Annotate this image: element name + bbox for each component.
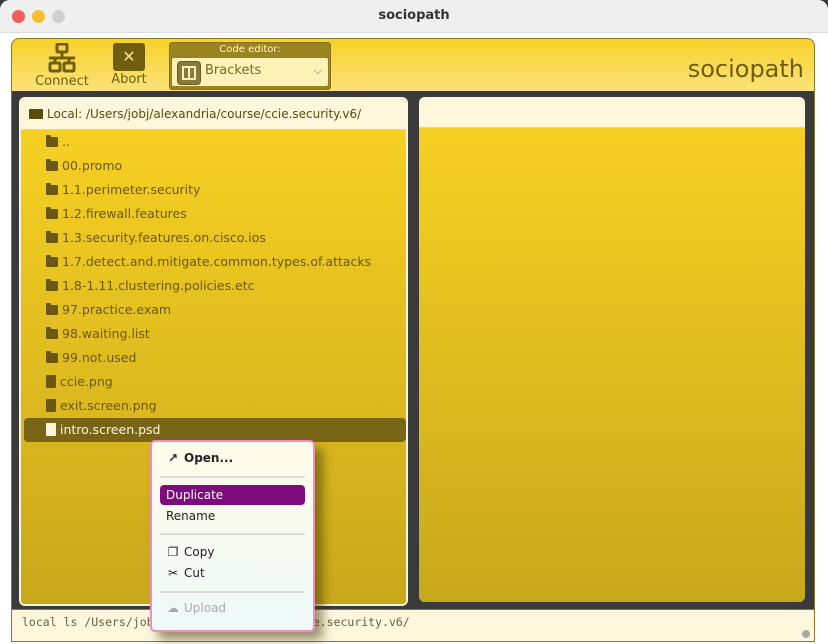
menu-item-copy[interactable]: ❐ Copy <box>160 542 305 562</box>
code-editor-group: Code editor: Brackets ⌵ <box>169 42 331 90</box>
folder-icon <box>46 255 58 267</box>
local-path: Local: /Users/jobj/alexandria/course/cci… <box>47 107 362 121</box>
connect-label: Connect <box>35 74 89 89</box>
file-name: intro.screen.psd <box>60 422 161 437</box>
file-icon <box>46 375 56 388</box>
file-name: 1.7.detect.and.mitigate.common.types.of.… <box>62 254 372 269</box>
close-icon: ✕ <box>113 43 145 71</box>
file-list-item[interactable]: exit.screen.png <box>24 394 406 418</box>
resize-handle[interactable] <box>802 630 810 638</box>
copy-icon: ❐ <box>167 545 179 559</box>
menu-item-upload[interactable]: ☁ Upload <box>160 598 305 618</box>
file-name: 1.1.perimeter.security <box>62 182 201 197</box>
remote-path-header <box>419 97 805 128</box>
file-list-item[interactable]: 97.practice.exam <box>24 298 406 322</box>
file-name: 99.not.used <box>62 350 137 365</box>
abort-button[interactable]: ✕ Abort <box>109 43 149 87</box>
file-name: 00.promo <box>62 158 123 173</box>
file-icon <box>46 399 56 412</box>
titlebar: sociopath <box>0 0 828 33</box>
external-link-icon: ↗ <box>167 451 179 465</box>
folder-icon <box>46 351 58 363</box>
menu-separator <box>160 476 305 478</box>
cloud-upload-icon: ☁ <box>167 601 179 615</box>
folder-icon <box>46 231 58 243</box>
app-body: Connect ✕ Abort Code editor: Brackets ⌵ … <box>11 38 815 642</box>
file-list-item[interactable]: 1.2.firewall.features <box>24 202 406 226</box>
file-name: exit.screen.png <box>60 398 157 413</box>
file-name: 1.3.security.features.on.cisco.ios <box>62 230 266 245</box>
file-list-item[interactable]: 00.promo <box>24 154 406 178</box>
menu-separator <box>160 533 305 535</box>
file-icon <box>46 423 56 436</box>
file-name: 97.practice.exam <box>62 302 172 317</box>
code-editor-label: Code editor: <box>219 44 281 55</box>
menu-separator <box>160 591 305 593</box>
file-list-item[interactable]: 1.7.detect.and.mitigate.common.types.of.… <box>24 250 406 274</box>
remote-pane <box>419 97 805 602</box>
console-output[interactable]: local ls /Users/jobj/alexandria/course/c… <box>12 609 814 641</box>
file-list-item[interactable]: 1.1.perimeter.security <box>24 178 406 202</box>
file-name: ccie.png <box>60 374 113 389</box>
folder-icon <box>46 135 58 147</box>
window-title: sociopath <box>378 8 450 23</box>
context-menu: ↗ Open... Duplicate Rename ❐ Copy ✂ Cut ☁ Up… <box>150 440 315 632</box>
folder-icon <box>46 159 58 171</box>
menu-item-cut[interactable]: ✂ Cut <box>160 563 305 583</box>
brackets-icon <box>177 61 201 85</box>
connect-button[interactable]: Connect <box>34 42 90 89</box>
folder-icon <box>46 327 58 339</box>
remote-file-list <box>419 128 805 602</box>
file-list-item[interactable]: 99.not.used <box>24 346 406 370</box>
folder-open-icon <box>29 109 43 119</box>
file-name: 1.8-1.11.clustering.policies.etc <box>62 278 255 293</box>
toolbar: Connect ✕ Abort Code editor: Brackets ⌵ … <box>12 39 814 91</box>
file-name: .. <box>62 134 70 149</box>
chevron-down-icon: ⌵ <box>313 64 322 77</box>
folder-icon <box>46 303 58 315</box>
code-editor-select[interactable]: Brackets ⌵ <box>172 58 328 86</box>
file-list-item[interactable]: 1.3.security.features.on.cisco.ios <box>24 226 406 250</box>
menu-item-rename[interactable]: Rename <box>160 506 305 526</box>
file-list-item[interactable]: .. <box>24 130 406 154</box>
folder-icon <box>46 183 58 195</box>
file-name: 1.2.firewall.features <box>62 206 187 221</box>
folder-icon <box>46 207 58 219</box>
app-window: sociopath Connect ✕ Abort Code editor: B… <box>0 0 828 644</box>
file-list-item[interactable]: 98.waiting.list <box>24 322 406 346</box>
file-list-item[interactable]: 1.8-1.11.clustering.policies.etc <box>24 274 406 298</box>
folder-icon <box>46 279 58 291</box>
menu-item-duplicate[interactable]: Duplicate <box>160 485 305 505</box>
scissors-icon: ✂ <box>167 566 179 580</box>
file-name: 98.waiting.list <box>62 326 150 341</box>
file-list-item[interactable]: ccie.png <box>24 370 406 394</box>
abort-label: Abort <box>111 72 147 87</box>
network-icon <box>48 42 76 73</box>
local-path-header: Local: /Users/jobj/alexandria/course/cci… <box>21 99 406 130</box>
brand-logo: sociopath <box>687 55 804 83</box>
file-list-item[interactable]: intro.screen.psd <box>24 418 406 442</box>
menu-item-open[interactable]: ↗ Open... <box>160 448 305 468</box>
code-editor-value: Brackets <box>205 63 262 78</box>
